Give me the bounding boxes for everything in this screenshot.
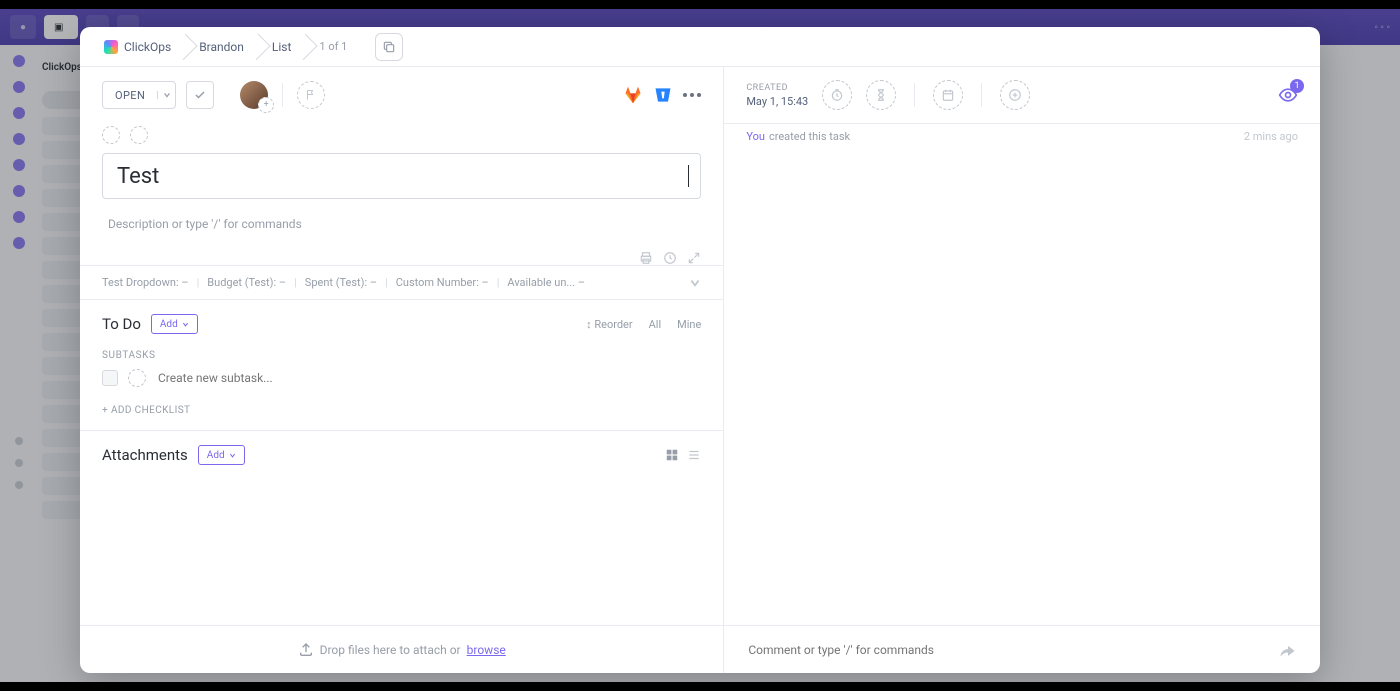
crumb-label: ClickOps <box>124 40 171 54</box>
reorder-link[interactable]: ↕ Reorder <box>586 318 633 331</box>
filter-mine-link[interactable]: Mine <box>677 318 701 331</box>
custom-field[interactable]: Custom Number: – <box>396 276 489 289</box>
assignee-avatar[interactable]: + <box>240 81 268 109</box>
subtasks-label: SUBTASKS <box>102 350 701 361</box>
status-caret[interactable] <box>157 91 175 99</box>
crumb-label: List <box>272 40 292 54</box>
status-label: OPEN <box>103 89 157 102</box>
description-placeholder: Description or type '/' for commands <box>108 217 302 231</box>
view-list-icon[interactable] <box>687 448 701 462</box>
crumb-label: Brandon <box>199 40 244 54</box>
custom-field[interactable]: Spent (Test): – <box>305 276 377 289</box>
history-icon[interactable] <box>663 251 677 265</box>
activity-actor: You <box>746 130 765 143</box>
print-icon[interactable] <box>639 251 653 265</box>
activity-feed: You created this task 2 mins ago <box>724 123 1320 625</box>
custom-fields-row: Test Dropdown: –| Budget (Test): –| Spen… <box>80 265 723 300</box>
activity-text: created this task <box>769 130 850 143</box>
attachments-section: Attachments Add <box>80 430 723 479</box>
todo-heading: To Do <box>102 315 141 333</box>
task-description[interactable]: Description or type '/' for commands <box>102 205 701 265</box>
custom-field[interactable]: Available un... – <box>507 276 585 289</box>
activity-item: You created this task 2 mins ago <box>746 130 1298 143</box>
attach-dropzone[interactable]: Drop files here to attach or browse <box>80 625 723 673</box>
clickup-logo-icon <box>104 40 118 54</box>
time-estimate-button[interactable] <box>866 80 896 110</box>
bitbucket-icon[interactable] <box>653 85 673 105</box>
time-tracked-button[interactable] <box>822 80 852 110</box>
attachments-add-button[interactable]: Add <box>198 445 245 465</box>
subtask-assignee-icon[interactable] <box>128 369 146 387</box>
copy-link-button[interactable] <box>375 33 403 61</box>
watchers-count: 1 <box>1290 79 1304 93</box>
custom-field[interactable]: Budget (Test): – <box>207 276 286 289</box>
new-subtask-input[interactable] <box>156 370 701 386</box>
subtask-status-icon[interactable] <box>102 370 118 386</box>
created-label: CREATED <box>746 83 808 93</box>
gitlab-icon[interactable] <box>623 85 643 105</box>
priority-button[interactable] <box>297 81 325 109</box>
activity-time: 2 mins ago <box>1244 130 1298 143</box>
expand-icon[interactable] <box>687 251 701 265</box>
task-main-panel: OPEN + <box>80 67 724 673</box>
crumb-workspace[interactable]: ClickOps <box>90 33 185 61</box>
fields-expand-icon[interactable] <box>689 277 701 289</box>
complete-button[interactable] <box>186 81 214 109</box>
add-checklist-button[interactable]: + ADD CHECKLIST <box>102 405 701 416</box>
task-side-panel: CREATED May 1, 15:43 <box>724 67 1320 673</box>
add-assignee-icon[interactable]: + <box>258 97 274 113</box>
task-title-field[interactable] <box>102 153 701 199</box>
todo-section: To Do Add ↕ Reorder All Mine SUBTA <box>80 300 723 430</box>
browse-link[interactable]: browse <box>467 643 506 657</box>
breadcrumbs: ClickOps Brandon List 1 of 1 <box>80 27 1320 67</box>
comment-bar <box>724 625 1320 673</box>
comment-input[interactable] <box>746 642 1268 658</box>
todo-add-button[interactable]: Add <box>151 314 198 334</box>
more-menu-button[interactable] <box>683 93 701 97</box>
crumb-position-text: 1 of 1 <box>319 40 347 53</box>
view-grid-icon[interactable] <box>665 448 679 462</box>
add-tag-button[interactable] <box>130 126 148 144</box>
custom-field[interactable]: Test Dropdown: – <box>102 276 189 289</box>
filter-all-link[interactable]: All <box>649 318 662 331</box>
tags-row <box>80 123 723 147</box>
crumb-position: 1 of 1 <box>305 33 361 61</box>
add-tag-button[interactable] <box>102 126 120 144</box>
task-title-input[interactable] <box>115 163 528 190</box>
sprint-points-button[interactable] <box>1000 80 1030 110</box>
crumb-list[interactable]: List <box>258 33 306 61</box>
new-subtask-row[interactable] <box>102 369 701 387</box>
dropzone-text: Drop files here to attach or <box>320 643 461 657</box>
send-icon[interactable] <box>1278 640 1298 660</box>
crumb-space[interactable]: Brandon <box>185 33 258 61</box>
attachments-heading: Attachments <box>102 446 188 464</box>
text-cursor <box>688 165 689 187</box>
watchers-button[interactable]: 1 <box>1278 85 1298 105</box>
created-value: May 1, 15:43 <box>746 95 808 108</box>
task-modal: ClickOps Brandon List 1 of 1 <box>80 27 1320 673</box>
due-date-button[interactable] <box>933 80 963 110</box>
status-button[interactable]: OPEN <box>102 81 176 109</box>
created-meta: CREATED May 1, 15:43 <box>746 83 808 108</box>
